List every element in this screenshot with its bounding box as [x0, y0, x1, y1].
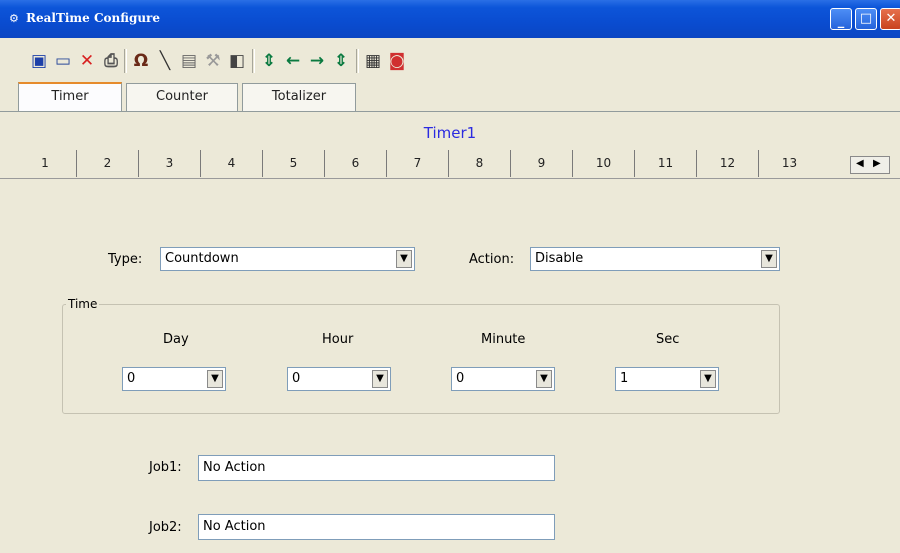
job1-label: Job1:	[149, 460, 182, 475]
minute-select-value: 0	[456, 371, 465, 386]
line-tool-icon[interactable]: ╲	[154, 50, 176, 72]
hour-select[interactable]: 0 ▼	[287, 367, 391, 391]
chevron-down-icon[interactable]: ▼	[700, 370, 716, 388]
action-label: Action:	[469, 252, 515, 267]
sec-label: Sec	[656, 332, 680, 347]
tab-timer-2[interactable]: 2	[76, 150, 138, 177]
close-icon: ✕	[885, 11, 897, 26]
tab-timer-3[interactable]: 3	[138, 150, 200, 177]
tab-divider	[0, 111, 900, 112]
job2-label: Job2:	[149, 520, 182, 535]
tab-timer-11[interactable]: 11	[634, 150, 696, 177]
stop-icon[interactable]: ◙	[386, 50, 408, 72]
toolbar-separator	[356, 49, 359, 73]
scroll-left-icon[interactable]: ◀	[856, 158, 864, 169]
tab-timer-10[interactable]: 10	[572, 150, 634, 177]
tab-timer-4[interactable]: 4	[200, 150, 262, 177]
chevron-down-icon[interactable]: ▼	[396, 250, 412, 268]
action-select[interactable]: Disable ▼	[530, 247, 780, 271]
job1-field[interactable]: No Action	[198, 455, 555, 481]
sec-select[interactable]: 1 ▼	[615, 367, 719, 391]
chevron-down-icon[interactable]: ▼	[372, 370, 388, 388]
tab-timer-12[interactable]: 12	[696, 150, 758, 177]
tab-divider	[0, 178, 900, 179]
tab-scroll-buttons[interactable]: ◀ ▶	[850, 156, 890, 174]
toolbar-separator	[124, 49, 127, 73]
job2-field-value: No Action	[203, 519, 266, 534]
day-select[interactable]: 0 ▼	[122, 367, 226, 391]
minimize-button[interactable]: _	[830, 8, 852, 30]
tab-timer-5[interactable]: 5	[262, 150, 324, 177]
maximize-icon: □	[859, 11, 873, 26]
window-title: RealTime Configure	[26, 11, 161, 25]
hour-label: Hour	[322, 332, 354, 347]
minute-select[interactable]: 0 ▼	[451, 367, 555, 391]
maximize-button[interactable]: □	[855, 8, 877, 30]
app-icon: ⚙	[9, 12, 19, 25]
print-icon[interactable]: ⎙	[100, 50, 122, 72]
move-right-icon[interactable]: →	[306, 50, 328, 72]
type-select[interactable]: Countdown ▼	[160, 247, 415, 271]
tab-timer-6[interactable]: 6	[324, 150, 386, 177]
tab-timer-7[interactable]: 7	[386, 150, 448, 177]
chevron-down-icon[interactable]: ▼	[207, 370, 223, 388]
magnet-icon[interactable]: Ω	[130, 50, 152, 72]
tab-timer[interactable]: Timer	[18, 82, 122, 112]
sec-select-value: 1	[620, 371, 629, 386]
action-select-value: Disable	[535, 251, 584, 266]
scroll-right-icon[interactable]: ▶	[873, 158, 881, 169]
page-icon[interactable]: ◧	[226, 50, 248, 72]
chevron-down-icon[interactable]: ▼	[761, 250, 777, 268]
hour-select-value: 0	[292, 371, 301, 386]
job2-field[interactable]: No Action	[198, 514, 555, 540]
window-icon[interactable]: ▭	[52, 50, 74, 72]
minimize-icon: _	[837, 14, 845, 29]
time-group-label: Time	[66, 297, 100, 311]
tab-timer-1[interactable]: 1	[14, 150, 76, 177]
delete-icon[interactable]: ✕	[76, 50, 98, 72]
tab-timer-9[interactable]: 9	[510, 150, 572, 177]
chevron-down-icon[interactable]: ▼	[536, 370, 552, 388]
move-left-icon[interactable]: ←	[282, 50, 304, 72]
type-select-value: Countdown	[165, 251, 239, 266]
align-icon[interactable]: ⇕	[258, 50, 280, 72]
title-bar: ⚙ RealTime Configure _ □ ✕	[0, 0, 900, 38]
tool-icon[interactable]: ⚒	[202, 50, 224, 72]
tab-totalizer-label: Totalizer	[271, 89, 327, 104]
tab-timer-13[interactable]: 13	[758, 150, 820, 177]
tab-timer-8[interactable]: 8	[448, 150, 510, 177]
close-button[interactable]: ✕	[880, 8, 900, 30]
day-label: Day	[163, 332, 189, 347]
tab-counter[interactable]: Counter	[126, 83, 238, 111]
tab-totalizer[interactable]: Totalizer	[242, 83, 356, 111]
minute-label: Minute	[481, 332, 526, 347]
save-icon[interactable]: ▣	[28, 50, 50, 72]
document-icon[interactable]: ▤	[178, 50, 200, 72]
tab-counter-label: Counter	[156, 89, 208, 104]
chip-icon[interactable]: ▦	[362, 50, 384, 72]
job1-field-value: No Action	[203, 460, 266, 475]
type-label: Type:	[108, 252, 143, 267]
timer-title: Timer1	[423, 124, 477, 142]
tab-timer-label: Timer	[51, 89, 89, 104]
distribute-icon[interactable]: ⇕	[330, 50, 352, 72]
time-groupbox	[62, 304, 780, 414]
toolbar-separator	[252, 49, 255, 73]
day-select-value: 0	[127, 371, 136, 386]
